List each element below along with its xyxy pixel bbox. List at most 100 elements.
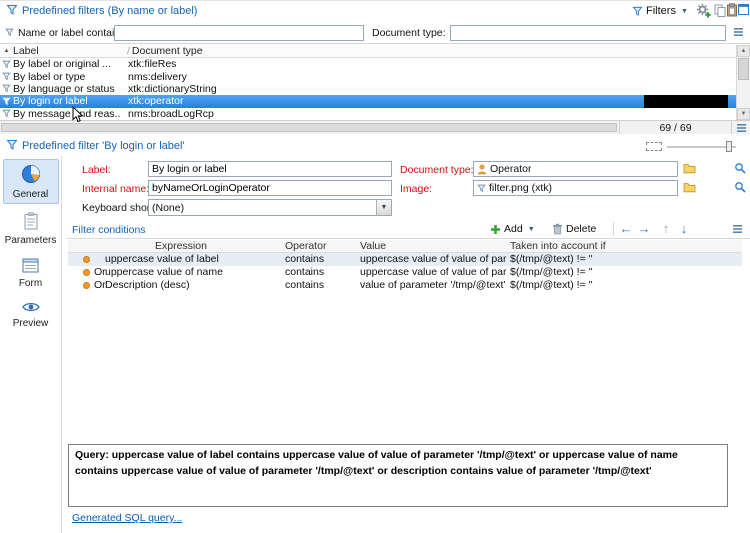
splitter-slider-thumb[interactable] [726, 141, 732, 152]
move-up-arrow-icon[interactable]: ↑ [658, 221, 674, 236]
generated-sql-link[interactable]: Generated SQL query... [72, 512, 182, 524]
chevron-down-icon: ▼ [680, 7, 688, 15]
scroll-up-icon[interactable]: ▲ [737, 45, 750, 57]
list-menu-icon[interactable] [732, 224, 743, 234]
list-vertical-scrollbar[interactable]: ▲ ▼ [736, 45, 750, 120]
search-bar: Name or label contains: Document type: [0, 22, 750, 44]
list-header[interactable]: ▲ Label / Document type [0, 45, 736, 58]
filters-button[interactable]: Filters ▼ [628, 2, 692, 20]
list-item[interactable]: By label or original ... xtk:fileRes [0, 58, 736, 71]
indent-arrow-icon[interactable]: → [636, 221, 652, 236]
column-header-doctype[interactable]: Document type [132, 45, 203, 57]
column-header-taken[interactable]: Taken into account if [510, 240, 606, 253]
move-down-arrow-icon[interactable]: ↓ [676, 221, 692, 236]
detail-title: Predefined filter 'By login or label' [22, 140, 185, 152]
filter-icon [6, 4, 18, 16]
image-caption: Image: [400, 183, 433, 195]
condition-row[interactable]: uppercase value of label contains upperc… [68, 253, 742, 266]
list-menu-icon[interactable] [736, 123, 747, 133]
condition-dot-icon [83, 268, 90, 276]
detail-header: Predefined filter 'By login or label' [0, 135, 750, 156]
settings-gear-icon[interactable] [696, 3, 711, 18]
conditions-table-header[interactable]: Expression Operator Value Taken into acc… [68, 240, 742, 253]
column-header-operator[interactable]: Operator [285, 240, 326, 253]
tab-form[interactable]: Form [3, 253, 59, 293]
add-button-label: Add [504, 223, 523, 235]
trash-icon [552, 223, 563, 235]
conditions-table: Expression Operator Value Taken into acc… [68, 240, 742, 292]
name-filter-label: Name or label contains: [18, 27, 129, 39]
doctype-filter-label: Document type: [372, 27, 446, 39]
predefined-filters-window: Predefined filters (By name or label) Fi… [0, 0, 750, 533]
doctype-combo[interactable]: Operator [473, 161, 678, 177]
folder-icon[interactable] [683, 163, 696, 174]
shortcut-select[interactable]: (None) ▼ [148, 199, 392, 216]
list-item[interactable]: By label or type nms:delivery [0, 70, 736, 83]
column-header-label[interactable]: Label [13, 45, 125, 57]
image-combo[interactable]: filter.png (xtk) [473, 180, 678, 196]
list-item[interactable]: By language or status xtk:dictionaryStri… [0, 82, 736, 96]
scroll-down-icon[interactable]: ▼ [737, 108, 750, 120]
conditions-toolbar: Filter conditions Add ▼ Delete ← → ↑ ↓ [66, 219, 750, 239]
condition-row[interactable]: Or Description (desc) contains value of … [68, 279, 742, 292]
row-cell-editor[interactable] [644, 95, 728, 108]
list-menu-icon[interactable] [733, 27, 744, 37]
clipboard-icon [23, 212, 39, 230]
label-caption: Label: [82, 164, 111, 176]
doctype-caption: Document type: [400, 164, 474, 176]
column-header-expression[interactable]: Expression [155, 240, 207, 253]
query-summary: Query: uppercase value of label contains… [68, 444, 728, 507]
filter-icon [5, 28, 14, 37]
delete-button-label: Delete [566, 223, 597, 235]
pie-chart-icon [21, 164, 41, 184]
plus-icon [490, 224, 501, 235]
tab-parameters[interactable]: Parameters [3, 207, 59, 250]
list-item-selected[interactable]: By login or label xtk:operator [0, 95, 736, 108]
tab-general[interactable]: General [2, 159, 59, 204]
filters-list: ▲ Label / Document type By label or orig… [0, 45, 736, 120]
label-input[interactable] [148, 161, 392, 177]
chevron-down-icon: ▼ [376, 200, 391, 215]
magnifier-icon[interactable] [734, 181, 746, 193]
horizontal-scrollbar-thumb[interactable] [1, 123, 617, 132]
name-filter-input[interactable] [114, 25, 364, 41]
condition-dot-icon [83, 255, 90, 263]
filters-button-label: Filters [646, 5, 676, 17]
top-header: Predefined filters (By name or label) Fi… [0, 1, 750, 21]
form-window-icon [22, 258, 39, 273]
page-title: Predefined filters (By name or label) [22, 5, 198, 17]
magnifier-icon[interactable] [734, 162, 746, 174]
column-header-value[interactable]: Value [360, 240, 386, 253]
filter-icon [0, 97, 13, 106]
scrollbar-track[interactable] [737, 57, 750, 108]
copy-icon[interactable] [714, 4, 726, 17]
operator-person-icon [477, 164, 487, 175]
filter-icon [0, 109, 13, 118]
filter-icon [632, 6, 643, 17]
resize-handle-box[interactable] [646, 142, 662, 151]
filter-icon [0, 60, 13, 69]
folder-icon[interactable] [683, 182, 696, 193]
outdent-arrow-icon[interactable]: ← [618, 221, 634, 236]
shortcut-value: (None) [152, 201, 185, 214]
delete-button[interactable]: Delete [548, 220, 600, 238]
condition-dot-icon [83, 281, 90, 289]
internal-name-input[interactable] [148, 180, 392, 196]
sort-asc-icon: ▲ [3, 48, 10, 54]
add-button[interactable]: Add ▼ [486, 220, 539, 238]
filter-icon [477, 184, 486, 193]
record-count: 69 / 69 [619, 121, 732, 134]
detail-sidebar: General Parameters Form Preview [0, 156, 62, 533]
internal-name-caption: Internal name: [82, 183, 150, 195]
column-separator: / [127, 45, 130, 57]
conditions-section-label[interactable]: Filter conditions [72, 224, 146, 236]
fullscreen-icon[interactable] [737, 3, 750, 16]
eye-icon [21, 301, 40, 313]
list-item[interactable]: By message and reas.. nms:broadLogRcp [0, 107, 736, 120]
separator [610, 222, 617, 236]
scrollbar-thumb[interactable] [738, 58, 749, 80]
condition-row[interactable]: Or uppercase value of name contains uppe… [68, 266, 742, 279]
filter-icon [0, 72, 13, 81]
doctype-filter-input[interactable] [450, 25, 726, 41]
tab-preview[interactable]: Preview [3, 296, 59, 333]
